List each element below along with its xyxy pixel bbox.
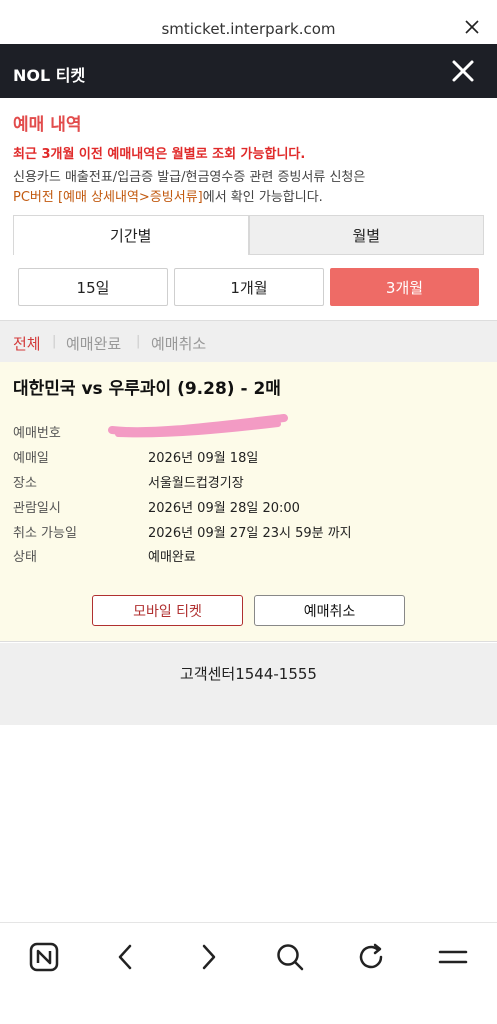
- browser-bar: smticket.interpark.com: [0, 0, 497, 44]
- show-datetime-value: 2026년 09월 28일 20:00: [148, 501, 300, 516]
- app-title: NOL 티켓: [13, 66, 86, 85]
- notice-text: 에서 확인 가능합니다.: [202, 190, 323, 205]
- naver-home-icon[interactable]: [26, 939, 62, 975]
- customer-center-text[interactable]: 고객센터1544-1555: [0, 663, 497, 684]
- cancel-deadline-label: 취소 가능일: [13, 526, 77, 541]
- menu-icon[interactable]: [435, 939, 471, 975]
- forward-icon[interactable]: [190, 939, 226, 975]
- notice-line: 신용카드 매출전표/입금증 발급/현금영수증 관련 증빙서류 신청은: [13, 170, 366, 185]
- booking-card: 대한민국 vs 우루과이 (9.28) - 2매 예매번호 예매일 2026년 …: [0, 362, 497, 642]
- booking-date-value: 2026년 09월 18일: [148, 451, 259, 466]
- bottom-nav: [0, 922, 497, 1024]
- booking-title[interactable]: 대한민국 vs 우루과이 (9.28) - 2매: [13, 374, 281, 399]
- app-header: NOL 티켓: [0, 44, 497, 98]
- notice-red: 최근 3개월 이전 예매내역은 월별로 조회 가능합니다.: [13, 147, 306, 162]
- range-3months-button[interactable]: 3개월: [330, 268, 479, 306]
- tab-period[interactable]: 기간별: [13, 215, 249, 255]
- mobile-ticket-button[interactable]: 모바일 티켓: [92, 595, 243, 626]
- section-title: 예매 내역: [13, 115, 82, 135]
- divider: |: [52, 334, 57, 349]
- refresh-icon[interactable]: [353, 939, 389, 975]
- booking-date-label: 예매일: [13, 451, 49, 466]
- range-buttons: 15일 1개월 3개월: [18, 268, 479, 306]
- divider: |: [136, 334, 141, 349]
- notice-link-text: PC버전 [예매 상세내역>증빙서류]: [13, 190, 203, 205]
- notice-line: PC버전 [예매 상세내역>증빙서류]에서 확인 가능합니다.: [13, 186, 323, 205]
- filter-all[interactable]: 전체: [13, 333, 41, 354]
- back-icon[interactable]: [108, 939, 144, 975]
- venue-label: 장소: [13, 476, 37, 491]
- cancel-deadline-value: 2026년 09월 27일 23시 59분 까지: [148, 526, 352, 541]
- period-tabs: 기간별 월별: [13, 215, 484, 255]
- range-1month-button[interactable]: 1개월: [174, 268, 324, 306]
- filter-completed[interactable]: 예매완료: [66, 333, 121, 354]
- tab-monthly[interactable]: 월별: [248, 215, 484, 255]
- status-value: 예매완료: [148, 550, 196, 565]
- footer: 고객센터1544-1555: [0, 643, 497, 725]
- close-icon[interactable]: [451, 59, 475, 83]
- booking-number-label: 예매번호: [13, 426, 61, 441]
- redaction-scribble: [108, 414, 288, 438]
- venue-value: 서울월드컵경기장: [148, 476, 244, 491]
- show-datetime-label: 관람일시: [13, 501, 61, 516]
- cancel-booking-button[interactable]: 예매취소: [254, 595, 405, 626]
- range-15days-button[interactable]: 15일: [18, 268, 168, 306]
- status-label: 상태: [13, 550, 37, 565]
- search-icon[interactable]: [272, 939, 308, 975]
- filter-bar: 전체 | 예매완료 | 예매취소: [0, 320, 497, 362]
- browser-url[interactable]: smticket.interpark.com: [0, 20, 497, 38]
- filter-cancelled[interactable]: 예매취소: [151, 333, 206, 354]
- close-icon[interactable]: [463, 18, 481, 36]
